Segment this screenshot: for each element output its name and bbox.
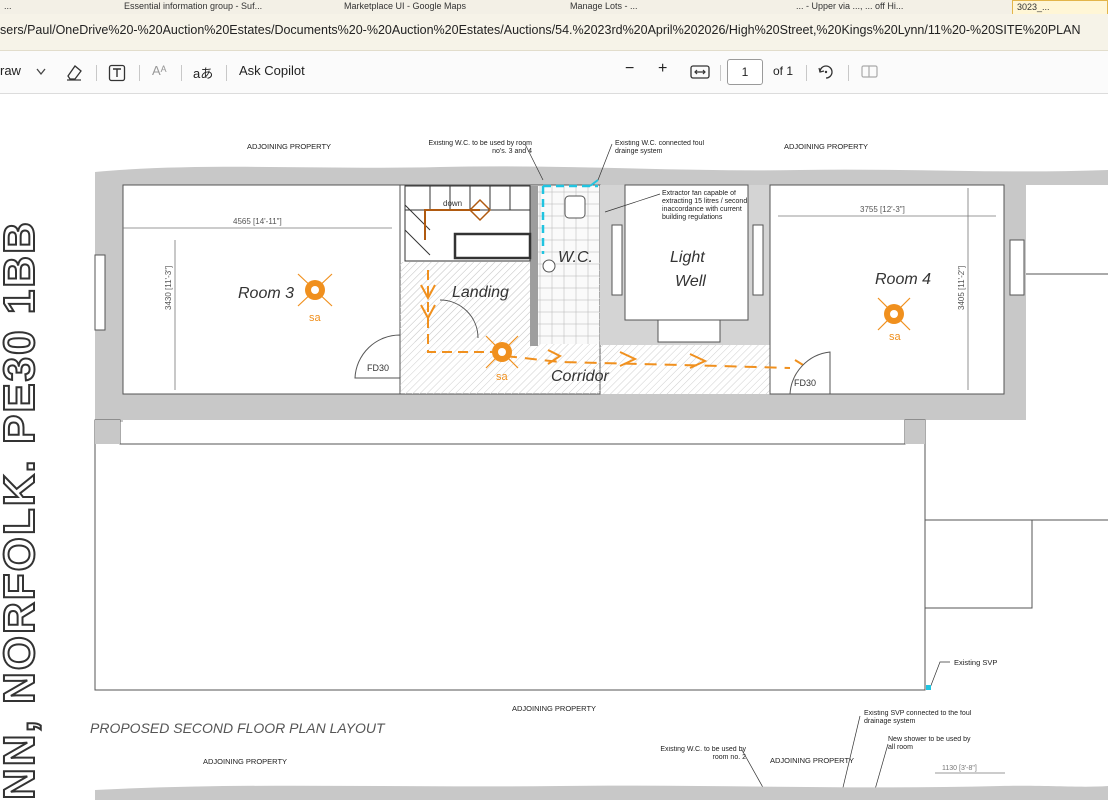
pdf-toolbar: raw Aᴬ aあ Ask Copilot − + 1 of 1 (0, 51, 1108, 94)
zoom-in-icon[interactable]: + (658, 60, 667, 78)
dimension-room3-width: 4565 [14'-11"] (233, 217, 282, 226)
page-count: of 1 (773, 64, 794, 78)
dimension-room4-width: 3755 [12'-3"] (860, 205, 905, 214)
label-fd30-left: FD30 (367, 363, 389, 373)
note-wc-room2: Existing W.C. to be used by room no. 2 (660, 746, 746, 761)
address-bar[interactable]: sers/Paul/OneDrive%20-%20Auction%20Estat… (0, 14, 1108, 51)
lower-building (94, 419, 926, 691)
note-shower: New shower to be used by all room (888, 736, 971, 751)
translate-icon[interactable]: aあ (193, 63, 213, 82)
address-url[interactable]: sers/Paul/OneDrive%20-%20Auction%20Estat… (0, 23, 1081, 37)
adjoining-label-bottom-right: ADJOINING PROPERTY (770, 756, 854, 765)
note-text: Extractor fan capable of extracting 15 l… (662, 190, 748, 221)
page-number-input[interactable]: 1 (727, 59, 763, 85)
label-landing: Landing (452, 284, 509, 301)
tab-label: 3023_... (1017, 2, 1050, 12)
rotate-icon[interactable] (816, 63, 836, 81)
toolbar-divider (848, 65, 849, 81)
zoom-out-icon[interactable]: − (625, 60, 634, 78)
vertical-title: NN, NORFOLK. PE30 1BB (0, 220, 44, 800)
page-view-icon[interactable] (861, 65, 879, 79)
window-right (1009, 239, 1025, 296)
wc-toilet (564, 195, 586, 219)
wall-segment (905, 420, 925, 444)
label-sa: sa (309, 312, 322, 324)
browser-tab[interactable]: Essential information group - Suf... (120, 0, 334, 14)
wall-segment (95, 420, 120, 444)
tab-label: ... (4, 1, 12, 11)
browser-tab[interactable]: ... (0, 0, 104, 14)
label-room-3: Room 3 (238, 285, 294, 302)
window (657, 319, 721, 343)
ask-copilot-button[interactable]: Ask Copilot (239, 63, 305, 78)
wc-partition (530, 186, 538, 346)
toolbar-divider (226, 65, 227, 81)
adjoining-label-top-right: ADJOINING PROPERTY (784, 142, 868, 151)
window-light-well (611, 224, 623, 296)
tab-label: Marketplace UI - Google Maps (344, 1, 467, 11)
wc-basin (542, 259, 556, 273)
label-room-4: Room 4 (875, 271, 931, 288)
label-sa: sa (889, 331, 902, 343)
label-down: down (443, 199, 462, 208)
label-corridor: Corridor (551, 368, 609, 385)
label-wc: W.C. (558, 249, 593, 266)
note-svp: Existing SVP (954, 658, 997, 667)
adjoining-label-top-left: ADJOINING PROPERTY (247, 142, 331, 151)
note-text: Existing W.C. connected foul drainge sys… (615, 140, 705, 155)
pdf-page: NN, NORFOLK. PE30 1BB down sa sa sa 4565… (0, 94, 1108, 801)
browser-tab[interactable]: Marketplace UI - Google Maps (340, 0, 544, 14)
landing-floor (400, 262, 540, 342)
tab-label: Essential information group - Suf... (124, 1, 263, 11)
note-wc-rooms: Existing W.C. to be used by room no's. 3… (428, 140, 533, 155)
toolbar-divider (139, 65, 140, 81)
tab-label: ... - Upper via ..., ... off Hi... (796, 1, 904, 11)
wall-outer (95, 172, 1108, 185)
note-wc-foul: Existing W.C. connected foul drainge sys… (615, 140, 705, 155)
browser-tab-strip: ... Essential information group - Suf...… (0, 0, 1108, 14)
label-fd30-right: FD30 (794, 378, 816, 388)
dimension-room4-height: 3405 [11'-2"] (957, 266, 966, 310)
note-text: Existing W.C. to be used by room no. 2 (660, 746, 746, 761)
svp-marker (926, 685, 931, 690)
label-light: Light (670, 249, 705, 266)
note-text: Existing W.C. to be used by room no's. 3… (428, 140, 533, 155)
tab-label: Manage Lots - ... (570, 1, 638, 11)
toolbar-divider (720, 65, 721, 81)
browser-tab[interactable]: ... - Upper via ..., ... off Hi... (792, 0, 1006, 14)
toolbar-divider (181, 65, 182, 81)
layout-title: PROPOSED SECOND FLOOR PLAN LAYOUT (90, 720, 386, 736)
rear-outline (925, 519, 1108, 609)
wall-bottom-band (95, 394, 1025, 420)
window-light-well (752, 224, 764, 296)
chevron-down-icon[interactable] (36, 68, 46, 76)
browser-tab[interactable]: Manage Lots - ... (566, 0, 770, 14)
toolbar-divider (96, 65, 97, 81)
note-text: Existing SVP connected to the foul drain… (864, 710, 972, 725)
dimension-bottom: 1130 [3'-8"] (942, 765, 977, 772)
floor-plan-drawing: NN, NORFOLK. PE30 1BB down sa sa sa 4565… (0, 140, 1108, 801)
label-sa: sa (496, 371, 509, 383)
fit-width-icon[interactable] (690, 64, 710, 80)
window-left (94, 254, 106, 331)
label-well: Well (675, 273, 706, 290)
adjoining-label-bottom-mid: ADJOINING PROPERTY (512, 704, 596, 713)
wall-right-upper (1004, 172, 1026, 420)
note-text: New shower to be used by all room (888, 736, 971, 751)
read-aloud-icon[interactable]: Aᴬ (152, 63, 167, 78)
boundary-bottom (95, 785, 1108, 800)
eraser-icon[interactable] (64, 63, 84, 81)
text-box-icon[interactable] (108, 64, 126, 82)
draw-button[interactable]: raw (0, 63, 21, 78)
note-extractor: Extractor fan capable of extracting 15 l… (662, 190, 748, 221)
toolbar-divider (806, 65, 807, 81)
dimension-room3-height: 3430 [11'-3"] (164, 266, 173, 310)
adjoining-label-bottom-left: ADJOINING PROPERTY (203, 757, 287, 766)
note-svp-connected: Existing SVP connected to the foul drain… (864, 710, 972, 725)
browser-tab-active[interactable]: 3023_... (1012, 0, 1108, 14)
